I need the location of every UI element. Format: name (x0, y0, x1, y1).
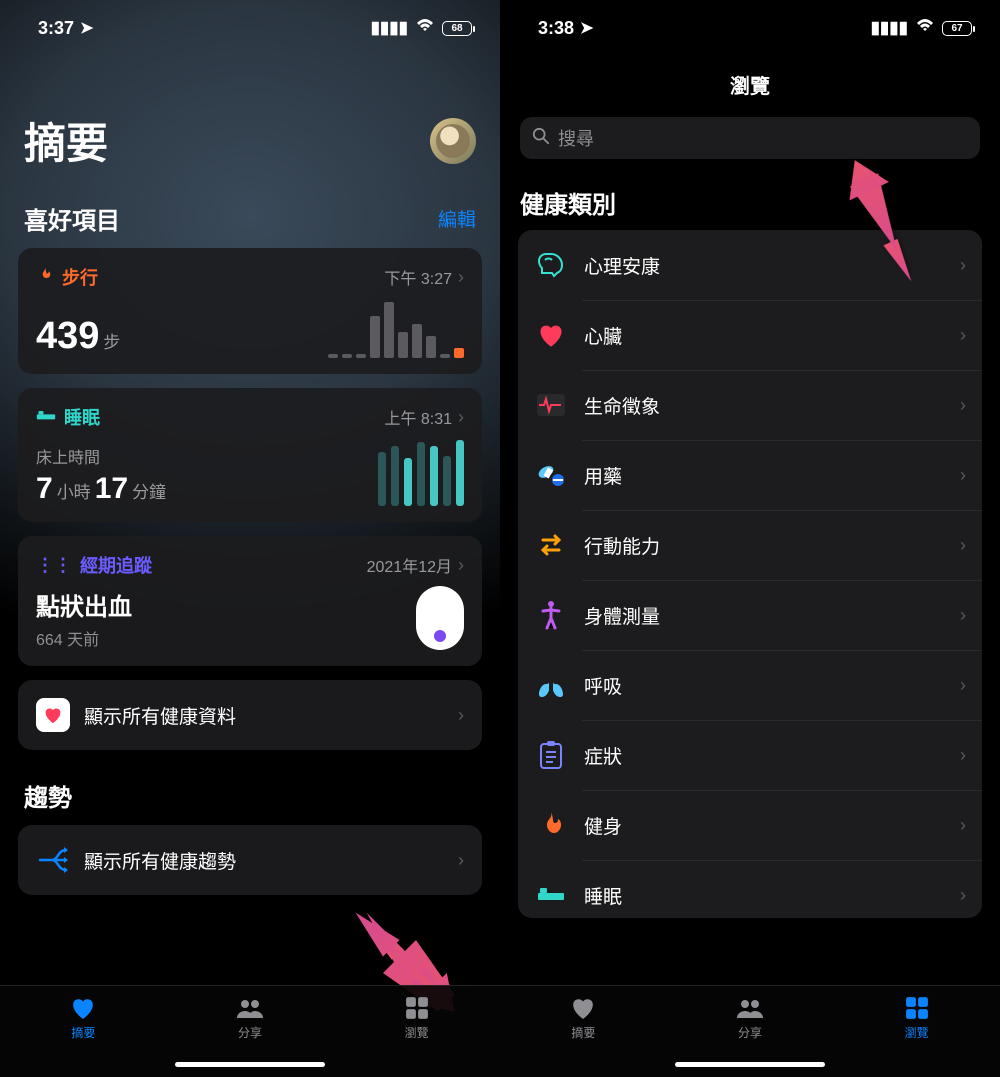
location-icon: ➤ (80, 18, 93, 38)
sleep-label: 床上時間 (36, 444, 166, 468)
steps-time: 下午 3:27 (384, 265, 452, 289)
chevron-right-icon: › (960, 675, 966, 696)
bed-icon (36, 407, 56, 428)
search-input[interactable]: 搜尋 (520, 117, 980, 159)
clipboard-icon (534, 738, 568, 772)
trends-header: 趨勢 (24, 778, 72, 813)
category-respiratory[interactable]: 呼吸 › (518, 650, 982, 720)
cycle-status: 點狀出血 (36, 587, 132, 622)
phone-browse: 3:38 ➤ ▮▮▮▮ 67 瀏覽 搜尋 健康類別 心理安康 › 心臟 › (500, 0, 1000, 1077)
battery-icon: 67 (942, 21, 972, 36)
home-indicator[interactable] (175, 1062, 325, 1067)
category-mental-wellbeing[interactable]: 心理安康 › (518, 230, 982, 300)
chevron-right-icon: › (960, 465, 966, 486)
health-app-icon (36, 698, 70, 732)
cycle-glyph (416, 586, 464, 650)
tab-summary[interactable]: 摘要 (0, 986, 167, 1077)
wifi-icon (915, 18, 935, 38)
avatar[interactable] (430, 118, 476, 164)
chevron-right-icon: › (458, 555, 464, 576)
all-health-data-row[interactable]: 顯示所有健康資料 › (18, 680, 482, 750)
steps-unit: 步 (103, 328, 120, 353)
category-body-measurements[interactable]: 身體測量 › (518, 580, 982, 650)
battery-icon: 68 (442, 21, 472, 36)
cycle-title: 經期追蹤 (80, 552, 152, 578)
cycle-card[interactable]: ⋮⋮ 經期追蹤 2021年12月 › 點狀出血 664 天前 (18, 536, 482, 666)
sleep-title: 睡眠 (64, 404, 100, 430)
category-mobility[interactable]: 行動能力 › (518, 510, 982, 580)
status-time: 3:38 (538, 18, 574, 39)
chevron-right-icon: › (458, 267, 464, 288)
chevron-right-icon: › (458, 407, 464, 428)
cellular-icon: ▮▮▮▮ (871, 18, 908, 38)
favorites-header: 喜好項目 (24, 201, 120, 236)
bed-icon (534, 878, 568, 912)
sleep-time: 上午 8:31 (384, 405, 452, 429)
category-heart[interactable]: 心臟 › (518, 300, 982, 370)
tab-browse[interactable]: 瀏覽 (833, 986, 1000, 1077)
location-icon: ➤ (580, 18, 593, 38)
heart-icon (534, 318, 568, 352)
all-trends-row[interactable]: 顯示所有健康趨勢 › (18, 825, 482, 895)
sleep-chart (378, 438, 464, 506)
category-list: 心理安康 › 心臟 › 生命徵象 › 用藥 › 行動能力 › 身體測量 › (518, 230, 982, 918)
category-medications[interactable]: 用藥 › (518, 440, 982, 510)
wifi-icon (415, 18, 435, 38)
category-sleep[interactable]: 睡眠 › (518, 860, 982, 918)
flame-icon (534, 808, 568, 842)
pills-icon (534, 458, 568, 492)
flame-icon (36, 266, 54, 289)
edit-button[interactable]: 編輯 (438, 205, 476, 232)
search-icon (532, 127, 550, 150)
status-bar: 3:37 ➤ ▮▮▮▮ 68 (0, 0, 500, 50)
body-icon (534, 598, 568, 632)
chevron-right-icon: › (960, 325, 966, 346)
chevron-right-icon: › (960, 255, 966, 276)
tab-browse[interactable]: 瀏覽 (333, 986, 500, 1077)
phone-summary: 3:37 ➤ ▮▮▮▮ 68 摘要 喜好項目 編輯 步行 下午 (0, 0, 500, 1077)
tab-bar: 摘要 分享 瀏覽 (500, 985, 1000, 1077)
steps-title: 步行 (62, 264, 98, 290)
vitals-icon (534, 388, 568, 422)
all-trends-label: 顯示所有健康趨勢 (84, 847, 444, 874)
chevron-right-icon: › (960, 815, 966, 836)
search-placeholder: 搜尋 (558, 125, 594, 151)
brain-icon (534, 248, 568, 282)
status-time: 3:37 (38, 18, 74, 39)
trends-icon (36, 843, 70, 877)
sleep-card[interactable]: 睡眠 上午 8:31 › 床上時間 7 小時 17 分鐘 (18, 388, 482, 522)
tab-summary[interactable]: 摘要 (500, 986, 667, 1077)
category-symptoms[interactable]: 症狀 › (518, 720, 982, 790)
status-bar: 3:38 ➤ ▮▮▮▮ 67 (500, 0, 1000, 50)
cellular-icon: ▮▮▮▮ (371, 18, 408, 38)
steps-chart (328, 298, 464, 358)
chevron-right-icon: › (458, 850, 464, 871)
cycle-icon: ⋮⋮ (36, 555, 72, 576)
tab-bar: 摘要 分享 瀏覽 (0, 985, 500, 1077)
steps-value: 439 (36, 315, 99, 358)
page-title: 摘要 (24, 110, 108, 171)
mobility-icon (534, 528, 568, 562)
lungs-icon (534, 668, 568, 702)
chevron-right-icon: › (960, 395, 966, 416)
nav-title: 瀏覽 (500, 50, 1000, 109)
category-vitals[interactable]: 生命徵象 › (518, 370, 982, 440)
chevron-right-icon: › (960, 745, 966, 766)
categories-header: 健康類別 (500, 159, 1000, 230)
all-health-data-label: 顯示所有健康資料 (84, 702, 444, 729)
chevron-right-icon: › (458, 705, 464, 726)
chevron-right-icon: › (960, 885, 966, 906)
steps-card[interactable]: 步行 下午 3:27 › 439 步 (18, 248, 482, 374)
category-fitness[interactable]: 健身 › (518, 790, 982, 860)
home-indicator[interactable] (675, 1062, 825, 1067)
chevron-right-icon: › (960, 535, 966, 556)
cycle-time: 2021年12月 (367, 553, 452, 577)
chevron-right-icon: › (960, 605, 966, 626)
cycle-days: 664 天前 (36, 626, 132, 650)
